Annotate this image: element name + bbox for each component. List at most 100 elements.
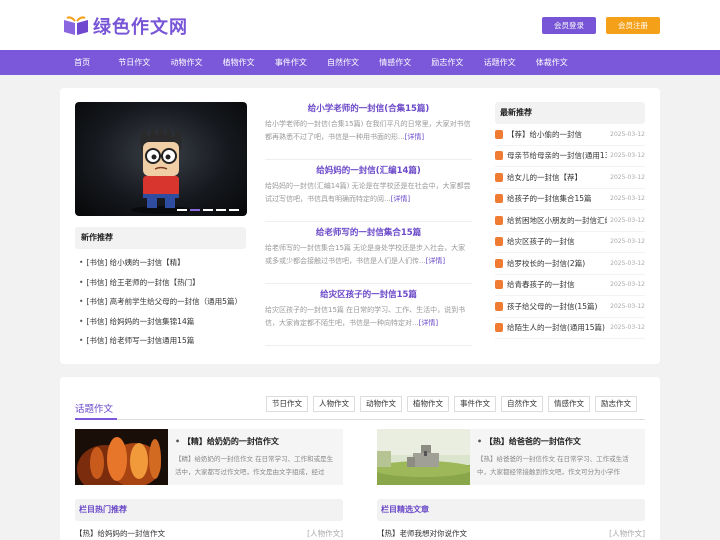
hot-column-heading: 栏目热门推荐: [75, 499, 343, 521]
latest-item-title[interactable]: 给罗校长的一封信(2篇): [507, 258, 607, 269]
list-item[interactable]: 【荐】给小偷的一封信 2025-03-12: [495, 124, 645, 146]
nav-item-emotion[interactable]: 情感作文: [369, 50, 421, 75]
site-logo[interactable]: 绿色作文网: [62, 13, 188, 39]
tag-nature[interactable]: 自然作文: [501, 396, 543, 412]
list-item[interactable]: [书信] 给王老师的一封信【热门】: [75, 273, 250, 293]
list-item[interactable]: [书信] 给小姨的一封信【精】: [75, 253, 250, 273]
nav-item-festival[interactable]: 节日作文: [108, 50, 160, 75]
list-item[interactable]: [书信] 高考前学生给父母的一封信（通用5篇）: [75, 292, 250, 312]
tag-emotion[interactable]: 情感作文: [548, 396, 590, 412]
section-divider: [75, 419, 645, 420]
new-recommend-heading: 新作推荐: [75, 227, 246, 249]
list-item[interactable]: 给罗校长的一封信(2篇) 2025-03-12: [495, 253, 645, 275]
list-item[interactable]: 给贫困地区小朋友的一封信汇编 2025-03-12: [495, 210, 645, 232]
article-summary: 给老师写的一封信集合15篇 无论是身处学校还是步入社会，大家或多或少都会接触过书…: [265, 242, 472, 270]
topic-section: 话题作文 节日作文 人物作文 动物作文 植物作文 事件作文 自然作文 情感作文 …: [60, 377, 660, 540]
list-item[interactable]: 给青春孩子的一封信 2025-03-12: [495, 275, 645, 296]
tag-event[interactable]: 事件作文: [454, 396, 496, 412]
selected-column-heading: 栏目精选文章: [377, 499, 645, 521]
article-more-link[interactable]: [详情]: [419, 319, 438, 327]
latest-recommend-heading: 最新推荐: [495, 102, 645, 124]
member-login-button[interactable]: 会员登录: [542, 17, 596, 34]
column-item-category[interactable]: [人物作文]: [609, 528, 645, 539]
slider-dots: [177, 209, 239, 211]
member-register-button[interactable]: 会员注册: [606, 17, 660, 34]
article-title[interactable]: 给老师写的一封信集合15篇: [265, 222, 472, 242]
article-more-link[interactable]: [详情]: [405, 133, 424, 141]
article-summary: 给灾区孩子的一封信15篇 在日常的学习、工作、生活中，说到书信，大家肯定都不陌生…: [265, 304, 472, 332]
article-more-link[interactable]: [详情]: [391, 195, 410, 203]
slider-dot[interactable]: [216, 209, 226, 211]
latest-item-date: 2025-03-12: [610, 152, 645, 160]
column-item-title[interactable]: 【热】老师我想对你说作文: [377, 528, 467, 539]
list-item[interactable]: 母亲节给母亲的一封信(通用13篇)2025-03-12: [495, 146, 645, 167]
nav-item-animal[interactable]: 动物作文: [160, 50, 212, 75]
article-title[interactable]: 给灾区孩子的一封信15篇: [265, 284, 472, 304]
latest-item-date: 2025-03-12: [610, 302, 645, 310]
article-card: 给灾区孩子的一封信15篇 给灾区孩子的一封信15篇 在日常的学习、工作、生活中，…: [265, 284, 472, 346]
latest-item-title[interactable]: 母亲节给母亲的一封信(通用13篇): [507, 150, 607, 161]
top-section: 新作推荐 [书信] 给小姨的一封信【精】 [书信] 给王老师的一封信【热门】 […: [60, 88, 660, 364]
latest-item-date: 2025-03-12: [610, 238, 645, 246]
list-item[interactable]: 给女儿的一封信【荐】 2025-03-12: [495, 167, 645, 189]
list-item[interactable]: [书信] 给老师写一封信通用15篇: [75, 331, 250, 351]
nav-item-event[interactable]: 事件作文: [265, 50, 317, 75]
latest-item-date: 2025-03-12: [610, 130, 645, 138]
slider-dot[interactable]: [203, 209, 213, 211]
castle-thumbnail-image: [377, 429, 470, 485]
article-more-link[interactable]: [详情]: [426, 257, 445, 265]
nav-item-genre[interactable]: 体裁作文: [526, 50, 578, 75]
nav-item-inspire[interactable]: 励志作文: [421, 50, 473, 75]
latest-item-title[interactable]: 给女儿的一封信【荐】: [507, 172, 607, 183]
list-item[interactable]: 【热】给妈妈的一封信作文 [人物作文]: [75, 528, 343, 539]
list-item[interactable]: 【热】老师我想对你说作文 [人物作文]: [377, 528, 645, 539]
feature-summary: 【热】给爸爸的一封信作文 在日常学习、工作或生活中，大家都经常接触到作文吧，作文…: [477, 455, 629, 476]
topic-section-title[interactable]: 话题作文: [75, 401, 113, 415]
feature-article-card[interactable]: 【热】给爸爸的一封信作文 【热】给爸爸的一封信作文 在日常学习、工作或生活中，大…: [377, 429, 645, 485]
latest-item-title[interactable]: 孩子给父母的一封信(15篇): [507, 301, 607, 312]
article-title[interactable]: 给妈妈的一封信(汇编14篇): [265, 160, 472, 180]
tag-animal[interactable]: 动物作文: [360, 396, 402, 412]
latest-item-title[interactable]: 给陌生人的一封信(通用15篇): [507, 322, 607, 333]
feature-title[interactable]: 【热】给爸爸的一封信作文: [477, 436, 581, 447]
latest-item-title[interactable]: 给灾区孩子的一封信: [507, 236, 607, 247]
nav-item-nature[interactable]: 自然作文: [317, 50, 369, 75]
rank-badge-icon: [495, 323, 503, 333]
nav-item-plant[interactable]: 植物作文: [213, 50, 265, 75]
feature-article-card[interactable]: 【精】给奶奶的一封信作文 【精】给奶奶的一封信作文 在日常学习、工作和或是生活中…: [75, 429, 343, 485]
slider-dot[interactable]: [177, 209, 187, 211]
latest-item-title[interactable]: 给孩子的一封信集合15篇: [507, 193, 607, 204]
column-item-category[interactable]: [人物作文]: [307, 528, 343, 539]
list-item[interactable]: 给灾区孩子的一封信 2025-03-12: [495, 232, 645, 253]
rank-badge-icon: [495, 151, 503, 161]
latest-item-title[interactable]: 【荐】给小偷的一封信: [507, 129, 607, 140]
list-item[interactable]: 给陌生人的一封信(通用15篇) 2025-03-12: [495, 318, 645, 339]
featured-articles: 给小学老师的一封信(合集15篇) 给小学老师的一封信(合集15篇) 在我们平凡的…: [265, 98, 472, 346]
article-summary: 给妈妈的一封信(汇编14篇) 无论是在学校还是在社会中，大家都尝试过写信吧，书信…: [265, 180, 472, 208]
tag-plant[interactable]: 植物作文: [407, 396, 449, 412]
logo-text: 绿色作文网: [93, 17, 188, 38]
list-item[interactable]: 给孩子的一封信集合15篇 2025-03-12: [495, 189, 645, 210]
latest-item-date: 2025-03-12: [610, 173, 645, 181]
slider-dot-active[interactable]: [190, 209, 200, 211]
latest-item-date: 2025-03-12: [610, 195, 645, 203]
column-item-title[interactable]: 【热】给妈妈的一封信作文: [75, 528, 165, 539]
image-slider[interactable]: [75, 102, 247, 216]
site-header: 绿色作文网 会员登录 会员注册: [0, 0, 720, 50]
latest-item-title[interactable]: 给贫困地区小朋友的一封信汇编: [507, 215, 607, 226]
latest-item-title[interactable]: 给青春孩子的一封信: [507, 279, 607, 290]
tag-festival[interactable]: 节日作文: [266, 396, 308, 412]
list-item[interactable]: 孩子给父母的一封信(15篇) 2025-03-12: [495, 296, 645, 318]
tag-people[interactable]: 人物作文: [313, 396, 355, 412]
slider-dot[interactable]: [229, 209, 239, 211]
nav-item-home[interactable]: 首页: [56, 50, 108, 75]
rank-badge-icon: [495, 194, 503, 204]
article-title[interactable]: 给小学老师的一封信(合集15篇): [265, 98, 472, 118]
rank-badge-icon: [495, 172, 503, 182]
tag-inspire[interactable]: 励志作文: [595, 396, 637, 412]
article-summary: 给小学老师的一封信(合集15篇) 在我们平凡的日常里，大家对书信都再熟悉不过了吧…: [265, 118, 472, 146]
feature-title[interactable]: 【精】给奶奶的一封信作文: [175, 436, 279, 447]
nav-item-topic[interactable]: 话题作文: [474, 50, 526, 75]
list-item[interactable]: [书信] 给妈妈的一封信集锦14篇: [75, 312, 250, 332]
rank-badge-icon: [495, 280, 503, 290]
